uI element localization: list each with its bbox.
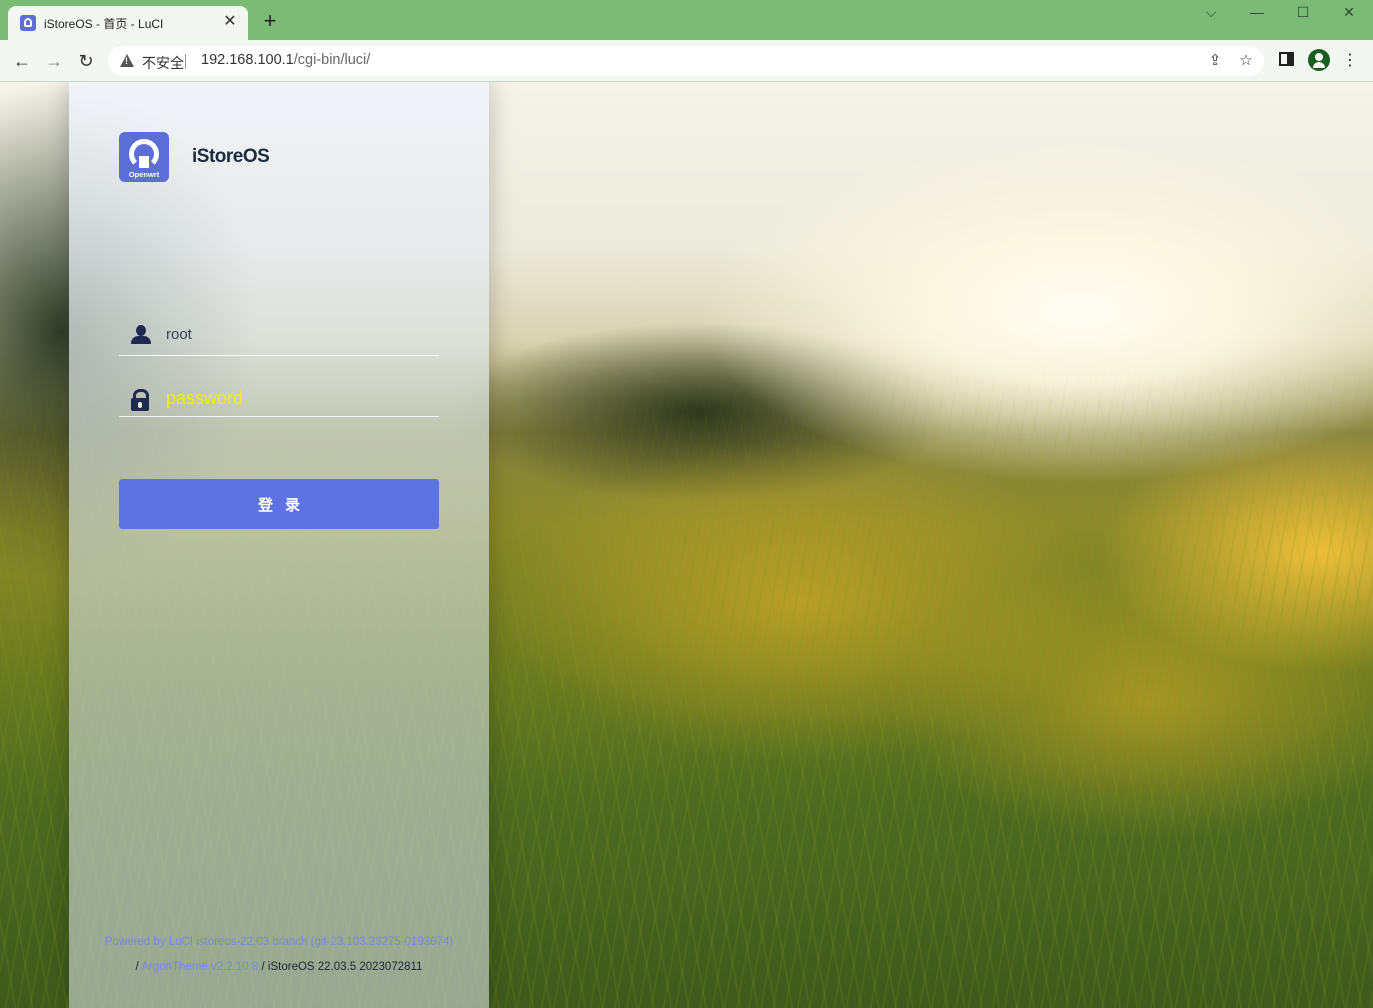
- login-page-background: Openwrt iStoreOS 登录 Powered by LuCI isto…: [0, 82, 1373, 1008]
- browser-toolbar: ← → ↻ 不安全 192.168.100.1/cgi-bin/luci/ ⇪ …: [0, 40, 1373, 82]
- footer-separator: /: [135, 961, 139, 973]
- brand-title: iStoreOS: [192, 146, 270, 167]
- logo-text: Openwrt: [128, 170, 160, 179]
- footer-separator: /: [261, 961, 265, 973]
- browser-tab[interactable]: iStoreOS - 首页 - LuCI ✕: [8, 6, 248, 40]
- reload-icon[interactable]: ↻: [73, 48, 99, 74]
- password-input[interactable]: [166, 380, 426, 416]
- username-input[interactable]: [166, 316, 426, 352]
- logo-stem: [139, 156, 149, 168]
- side-panel-icon[interactable]: [1279, 52, 1294, 66]
- url-path: /cgi-bin/luci/: [293, 52, 371, 68]
- menu-icon[interactable]: ⋮: [1338, 49, 1362, 73]
- window-close-icon[interactable]: ✕: [1326, 2, 1372, 22]
- url-host: 192.168.100.1: [201, 52, 294, 68]
- lock-icon: [131, 389, 149, 413]
- user-icon: [131, 325, 151, 345]
- firmware-version: iStoreOS 22.03.5 2023072811: [267, 961, 423, 973]
- maximize-icon[interactable]: ☐: [1280, 2, 1326, 22]
- login-button[interactable]: 登录: [119, 479, 439, 529]
- share-icon[interactable]: ⇪: [1205, 51, 1225, 71]
- powered-by-link[interactable]: Powered by LuCI istoreos-22.03 branch (g…: [105, 936, 453, 948]
- address-bar[interactable]: 不安全 192.168.100.1/cgi-bin/luci/ ⇪ ☆: [108, 46, 1264, 76]
- profile-icon[interactable]: [1308, 49, 1330, 71]
- argon-theme-link[interactable]: ArgonTheme v2.2.10.8: [141, 961, 258, 973]
- minimize-icon[interactable]: —: [1234, 2, 1280, 22]
- tab-title: iStoreOS - 首页 - LuCI: [44, 17, 164, 31]
- username-field: [119, 308, 439, 356]
- back-icon[interactable]: ←: [9, 48, 35, 74]
- url-text[interactable]: 192.168.100.1/cgi-bin/luci/: [201, 52, 370, 68]
- login-panel: Openwrt iStoreOS 登录 Powered by LuCI isto…: [69, 82, 489, 1008]
- security-label[interactable]: 不安全: [142, 53, 184, 73]
- star-icon[interactable]: ☆: [1236, 51, 1256, 71]
- new-tab-button[interactable]: +: [258, 10, 282, 34]
- password-field: [119, 368, 439, 417]
- address-separator: [185, 54, 186, 69]
- openwrt-logo-icon: Openwrt: [119, 132, 169, 182]
- favicon-icon: [20, 15, 36, 31]
- tab-close-icon[interactable]: ✕: [220, 12, 240, 32]
- footer: Powered by LuCI istoreos-22.03 branch (g…: [69, 930, 489, 980]
- forward-icon[interactable]: →: [41, 48, 67, 74]
- browser-tab-strip: iStoreOS - 首页 - LuCI ✕ + ⌵ — ☐ ✕: [0, 0, 1373, 40]
- tab-search-icon[interactable]: ⌵: [1188, 2, 1234, 22]
- not-secure-warning-icon[interactable]: [120, 54, 134, 67]
